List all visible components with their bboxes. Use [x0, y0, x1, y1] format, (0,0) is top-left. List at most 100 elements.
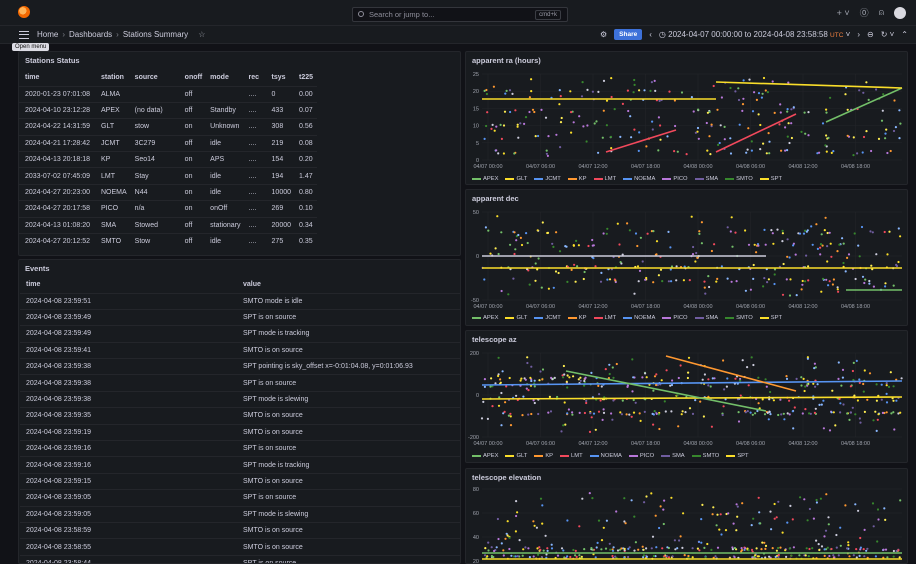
data-point	[537, 257, 540, 260]
apparent-dec-chart[interactable]: -5005004/07 00:00 04/07 06:00 04/07 12:00 0…	[466, 190, 908, 326]
legend-item-kp[interactable]: KP	[534, 453, 553, 459]
data-point	[846, 134, 849, 137]
time-range-picker[interactable]: ◷ 2024-04-07 00:00:00 to 2024-04-08 23:5…	[659, 30, 850, 39]
grafana-logo-icon[interactable]	[18, 6, 30, 18]
legend-item-apex[interactable]: APEX	[472, 453, 498, 459]
legend-item-kp[interactable]: KP	[567, 315, 587, 321]
data-point	[632, 376, 635, 379]
apparent-ra-chart[interactable]: 051015202504/07 00:00 04/07 06:00 04/07 12…	[466, 52, 908, 185]
data-point	[644, 278, 647, 281]
collapse-icon[interactable]: ⌃	[901, 30, 908, 39]
legend-item-glt[interactable]: GLT	[505, 453, 527, 459]
legend-item-pico[interactable]: PICO	[662, 315, 688, 321]
column-header-tsys[interactable]: tsys	[268, 69, 295, 86]
column-header-station[interactable]: station	[97, 69, 131, 86]
table-cell: SPT is on source	[237, 554, 460, 563]
data-point	[781, 293, 785, 296]
telescope-az-chart[interactable]: -200020004/07 00:00 04/07 06:00 04/07 12:0…	[466, 331, 908, 463]
legend-item-noema[interactable]: NOEMA	[623, 176, 655, 182]
breadcrumb-dashboards[interactable]: Dashboards	[69, 30, 112, 39]
news-icon[interactable]: ⍝	[879, 7, 884, 18]
star-icon[interactable]: ☆	[198, 30, 205, 39]
legend-item-pico[interactable]: PICO	[628, 453, 654, 459]
settings-icon[interactable]: ⚙	[600, 30, 607, 39]
data-point	[547, 411, 550, 414]
time-forward-icon[interactable]: ›	[857, 30, 860, 39]
column-header-onoff[interactable]: onoff	[181, 69, 207, 86]
data-point	[848, 418, 851, 421]
data-point	[530, 412, 533, 416]
plus-icon[interactable]: + ˅	[837, 8, 850, 18]
data-point	[526, 361, 529, 365]
legend-item-smto[interactable]: SMTO	[725, 176, 753, 182]
data-point	[506, 534, 509, 537]
legend-item-spt[interactable]: SPT	[726, 453, 749, 459]
data-point	[527, 389, 530, 392]
search-input[interactable]: Search or jump to... cmd+k	[352, 7, 568, 22]
data-point	[516, 123, 519, 126]
data-point	[833, 556, 836, 559]
legend-item-apex[interactable]: APEX	[472, 176, 498, 182]
legend-item-spt[interactable]: SPT	[759, 176, 782, 182]
data-point	[644, 372, 647, 375]
table-cell: 3C279	[130, 134, 181, 152]
data-point	[537, 553, 540, 556]
column-header-time[interactable]: time	[19, 69, 97, 86]
legend-item-sma[interactable]: SMA	[694, 315, 718, 321]
column-header-t225[interactable]: t225	[295, 69, 317, 86]
help-icon[interactable]: ⓪	[860, 6, 869, 19]
data-point	[863, 369, 866, 372]
data-point	[781, 531, 784, 534]
data-point	[579, 379, 582, 382]
data-point	[610, 147, 613, 150]
legend-item-noema[interactable]: NOEMA	[589, 453, 622, 459]
legend-item-smto[interactable]: SMTO	[691, 453, 719, 459]
legend-item-lmt[interactable]: LMT	[560, 453, 583, 459]
data-point	[745, 151, 748, 154]
legend-item-sma[interactable]: SMA	[694, 176, 718, 182]
data-point	[546, 154, 549, 157]
legend-label: APEX	[483, 315, 499, 321]
data-point	[852, 554, 855, 557]
legend-item-sma[interactable]: SMA	[661, 453, 685, 459]
data-point	[539, 497, 543, 500]
data-point	[641, 260, 644, 263]
legend-item-apex[interactable]: APEX	[472, 315, 498, 321]
column-header-source[interactable]: source	[131, 69, 181, 86]
legend-item-lmt[interactable]: LMT	[593, 315, 616, 321]
refresh-icon[interactable]: ↻ ˅	[881, 30, 895, 39]
time-back-icon[interactable]: ‹	[649, 30, 652, 39]
column-header-rec[interactable]: rec	[245, 69, 268, 86]
legend-item-spt[interactable]: SPT	[759, 315, 782, 321]
legend-item-noema[interactable]: NOEMA	[623, 315, 655, 321]
data-point	[718, 528, 721, 531]
legend-item-lmt[interactable]: LMT	[593, 176, 616, 182]
legend-item-smto[interactable]: SMTO	[725, 315, 753, 321]
table-cell: Seo14	[130, 151, 181, 168]
legend-item-glt[interactable]: GLT	[505, 176, 527, 182]
data-point	[790, 136, 793, 140]
legend-item-glt[interactable]: GLT	[505, 315, 527, 321]
data-point	[861, 275, 865, 278]
data-point	[892, 411, 895, 414]
legend-item-pico[interactable]: PICO	[662, 176, 688, 182]
column-header-mode[interactable]: mode	[206, 69, 244, 86]
legend-item-jcmt[interactable]: JCMT	[534, 176, 561, 182]
data-point	[652, 281, 655, 284]
zoom-out-icon[interactable]: ⊖	[867, 30, 874, 39]
menu-icon[interactable]	[19, 31, 29, 39]
column-header-time[interactable]: time	[20, 276, 237, 293]
data-point	[645, 145, 648, 148]
table-cell: 2033-07-02 07:45:09	[19, 167, 97, 185]
breadcrumb-home[interactable]: Home	[37, 30, 58, 39]
avatar[interactable]	[894, 6, 906, 19]
column-header-value[interactable]: value	[237, 276, 460, 293]
data-point	[590, 371, 593, 374]
data-point	[516, 555, 519, 558]
legend-item-jcmt[interactable]: JCMT	[534, 315, 561, 321]
share-button[interactable]: Share	[614, 29, 643, 40]
data-point	[733, 556, 736, 559]
telescope-elevation-chart[interactable]: 20 40 60 80	[466, 469, 908, 564]
legend-item-kp[interactable]: KP	[567, 176, 587, 182]
data-point	[636, 265, 640, 268]
